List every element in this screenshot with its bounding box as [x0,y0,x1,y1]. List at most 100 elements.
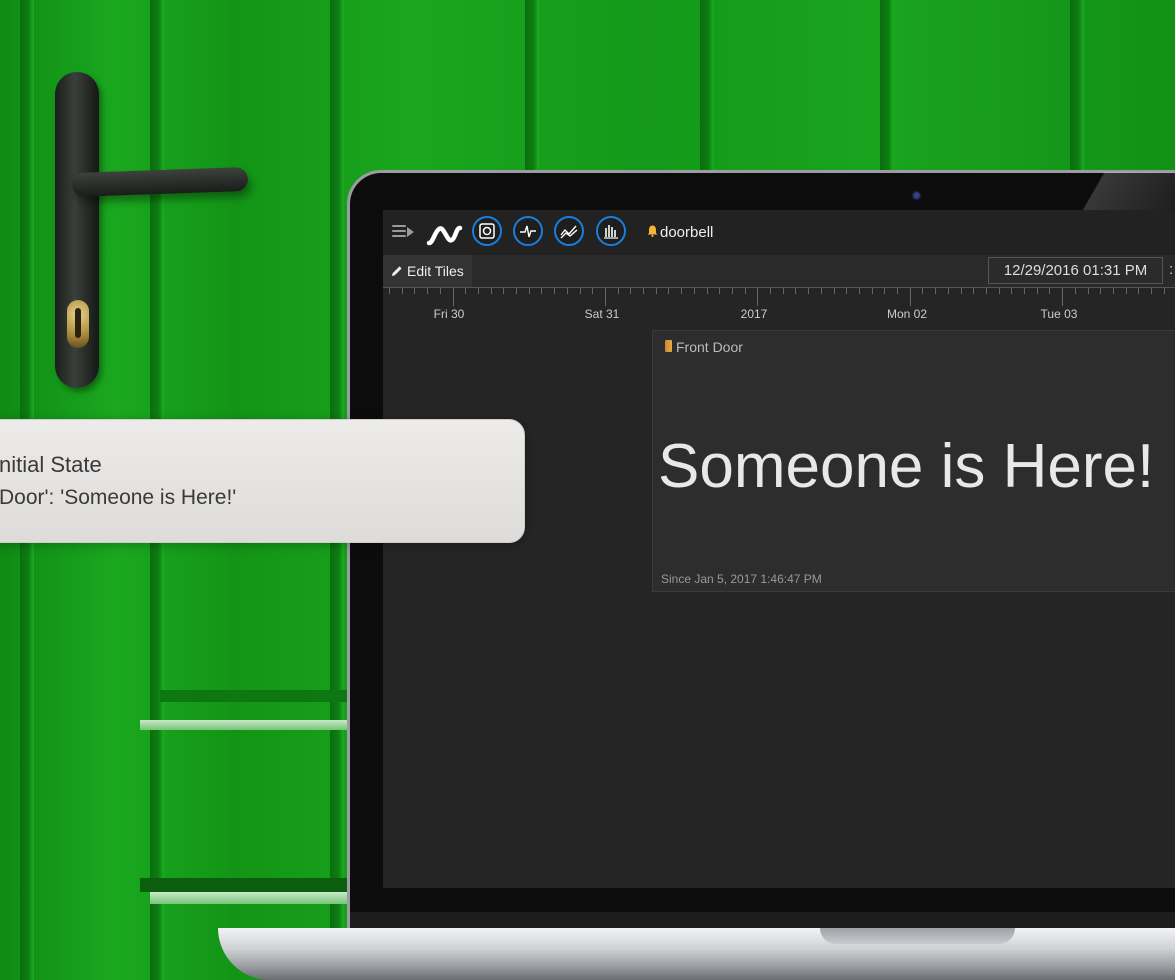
timeline-tick [1074,288,1076,294]
timeline-tick [630,288,632,294]
initial-state-logo-icon[interactable] [426,218,464,248]
timeline-tick [731,288,733,294]
timeline-tick [604,288,606,306]
lines-view-icon[interactable] [554,216,584,246]
timeline-tick [1125,288,1127,294]
timeline-tick [820,288,822,294]
timeline-tick [1138,288,1140,294]
timeline-tick [985,288,987,294]
timeline-tick [541,288,543,294]
timeline-tick [947,288,949,294]
bars-view-icon[interactable] [596,216,626,246]
timeline-label: 2017 [740,307,768,321]
timeline-tick [477,288,479,294]
timeline-tick [668,288,670,294]
timeline-tick [757,288,759,306]
timeline-tick [998,288,1000,294]
timeline-tick [909,288,911,306]
timeline-tick [592,288,594,294]
timeline-tick [973,288,975,294]
timeline-tick [655,288,657,294]
timeline-tick [566,288,568,294]
timeline[interactable]: Fri 30 Sat 31 2017 Mon 02 Tue 03 [383,287,1175,327]
door-icon [665,340,672,352]
timeline-tick [528,288,530,294]
door-panel-rail [160,690,350,702]
timeline-tick [884,288,886,294]
waves-view-icon[interactable] [513,216,543,246]
timeline-label: Tue 03 [1040,307,1078,321]
timeline-tick [452,288,454,306]
timeline-tick [795,288,797,294]
timeline-tick [1151,288,1152,294]
timeline-tick [617,288,619,294]
timeline-tick [465,288,467,294]
notification-body: Door': 'Someone is Here!' [0,486,237,509]
door-panel-rail [140,878,350,892]
timeline-label: Sat 31 [584,307,620,321]
camera-icon [911,190,922,201]
timeline-tick [782,288,784,294]
timeline-tick [554,288,556,294]
timeline-tick [858,288,860,294]
timeline-tick [427,288,429,294]
timeline-tick [744,288,746,294]
timeline-tick [706,288,708,294]
edit-bar: Edit Tiles 12/29/2016 01:31 PM : [383,255,1175,287]
tiles-view-icon[interactable] [472,216,502,246]
timeline-tick [897,288,898,294]
timeline-label: Fri 30 [433,307,465,321]
tile-since-timestamp: Since Jan 5, 2017 1:46:47 PM [661,572,822,586]
timeline-tick [579,288,581,294]
date-picker-input[interactable]: 12/29/2016 01:31 PM [988,257,1163,284]
laptop-base [218,928,1175,980]
timeline-tick [846,288,848,294]
timeline-tick [833,288,835,294]
timeline-tick [503,288,505,294]
timeline-tick [1011,288,1013,294]
timeline-tick [960,288,962,294]
timeline-tick [389,288,390,294]
timeline-tick [693,288,695,294]
timeline-tick [1100,288,1102,294]
timeline-tick [770,288,771,294]
timeline-tick [414,288,416,294]
timeline-tick [490,288,492,294]
notification-title: nitial State [0,452,102,477]
timeline-tick [439,288,441,294]
door-panel-highlight [150,892,350,904]
edit-tiles-label: Edit Tiles [407,263,464,279]
timeline-tick [1049,288,1051,294]
timeline-tick [516,288,517,294]
notification-banner[interactable]: nitial State Door': 'Someone is Here!' [0,419,525,543]
timeline-tick [1024,288,1025,294]
timeline-tick [808,288,810,294]
timeline-tick [401,288,403,294]
timeline-tick [681,288,683,294]
timeline-tick [1087,288,1089,294]
door-keyhole [75,308,81,338]
menu-icon[interactable] [392,224,414,240]
pencil-icon [392,266,402,276]
timeline-tick [935,288,937,294]
door-panel-highlight [140,720,350,730]
timeline-tick [1036,288,1038,294]
timeline-label: Mon 02 [886,307,928,321]
timeline-axis [383,287,1175,288]
timeline-tick [719,288,721,294]
laptop-notch [820,928,1015,944]
edit-tiles-button[interactable]: Edit Tiles [383,255,472,287]
bucket-name[interactable]: doorbell [660,224,713,241]
tile-value: Someone is Here! [658,432,1155,501]
bell-icon [647,225,658,237]
laptop-glare [1055,172,1175,212]
timeline-tick [871,288,873,294]
top-toolbar: doorbell [383,210,1175,255]
date-separator: : [1169,261,1174,278]
timeline-tick [922,288,924,294]
timeline-tick [1163,288,1165,294]
tile-title: Front Door [676,339,743,355]
app-screen: doorbell Edit Tiles 12/29/2016 01:31 PM … [383,210,1175,888]
timeline-tick [643,288,644,294]
front-door-tile[interactable]: Front Door Someone is Here! Since Jan 5,… [652,330,1175,592]
